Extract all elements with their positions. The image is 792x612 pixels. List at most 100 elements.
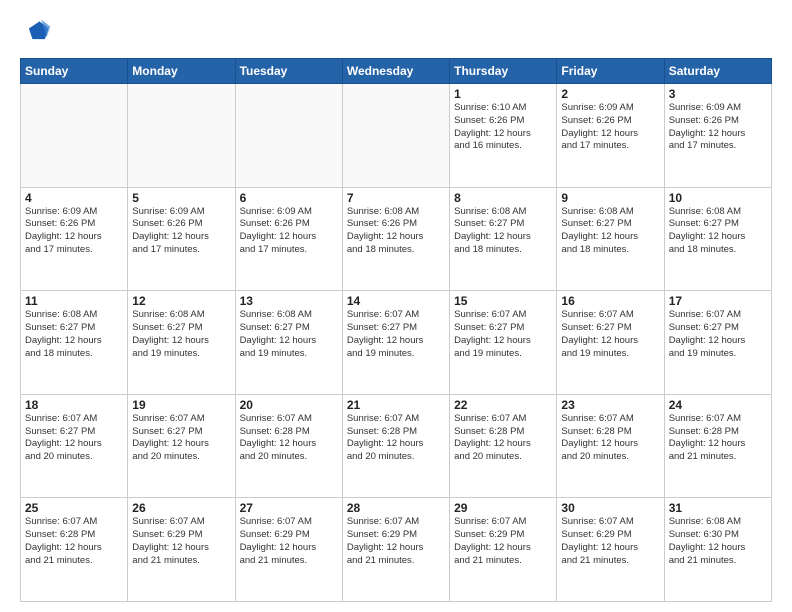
calendar-cell: 19Sunrise: 6:07 AM Sunset: 6:27 PM Dayli… [128,394,235,498]
calendar-cell: 10Sunrise: 6:08 AM Sunset: 6:27 PM Dayli… [664,187,771,291]
day-info: Sunrise: 6:08 AM Sunset: 6:30 PM Dayligh… [669,516,767,567]
day-number: 3 [669,87,767,101]
day-number: 24 [669,398,767,412]
day-number: 4 [25,191,123,205]
day-number: 21 [347,398,445,412]
header [20,16,772,48]
day-info: Sunrise: 6:07 AM Sunset: 6:27 PM Dayligh… [132,413,230,464]
calendar-cell: 11Sunrise: 6:08 AM Sunset: 6:27 PM Dayli… [21,291,128,395]
calendar-cell: 21Sunrise: 6:07 AM Sunset: 6:28 PM Dayli… [342,394,449,498]
day-number: 20 [240,398,338,412]
calendar-cell: 20Sunrise: 6:07 AM Sunset: 6:28 PM Dayli… [235,394,342,498]
day-number: 25 [25,501,123,515]
day-number: 11 [25,294,123,308]
day-info: Sunrise: 6:07 AM Sunset: 6:29 PM Dayligh… [454,516,552,567]
day-number: 5 [132,191,230,205]
day-header-wednesday: Wednesday [342,59,449,84]
day-header-monday: Monday [128,59,235,84]
day-number: 2 [561,87,659,101]
day-number: 29 [454,501,552,515]
day-header-friday: Friday [557,59,664,84]
calendar-week-3: 11Sunrise: 6:08 AM Sunset: 6:27 PM Dayli… [21,291,772,395]
calendar-cell: 1Sunrise: 6:10 AM Sunset: 6:26 PM Daylig… [450,84,557,188]
day-info: Sunrise: 6:08 AM Sunset: 6:26 PM Dayligh… [347,206,445,257]
day-info: Sunrise: 6:07 AM Sunset: 6:29 PM Dayligh… [561,516,659,567]
day-info: Sunrise: 6:07 AM Sunset: 6:27 PM Dayligh… [347,309,445,360]
day-number: 15 [454,294,552,308]
calendar-cell [235,84,342,188]
calendar-cell: 14Sunrise: 6:07 AM Sunset: 6:27 PM Dayli… [342,291,449,395]
day-number: 30 [561,501,659,515]
calendar-cell: 5Sunrise: 6:09 AM Sunset: 6:26 PM Daylig… [128,187,235,291]
calendar-cell: 16Sunrise: 6:07 AM Sunset: 6:27 PM Dayli… [557,291,664,395]
calendar-cell: 9Sunrise: 6:08 AM Sunset: 6:27 PM Daylig… [557,187,664,291]
day-header-saturday: Saturday [664,59,771,84]
day-info: Sunrise: 6:08 AM Sunset: 6:27 PM Dayligh… [132,309,230,360]
calendar-cell: 29Sunrise: 6:07 AM Sunset: 6:29 PM Dayli… [450,498,557,602]
day-info: Sunrise: 6:07 AM Sunset: 6:28 PM Dayligh… [454,413,552,464]
day-number: 22 [454,398,552,412]
day-info: Sunrise: 6:07 AM Sunset: 6:28 PM Dayligh… [25,516,123,567]
calendar-cell [342,84,449,188]
calendar-cell: 17Sunrise: 6:07 AM Sunset: 6:27 PM Dayli… [664,291,771,395]
calendar-cell: 27Sunrise: 6:07 AM Sunset: 6:29 PM Dayli… [235,498,342,602]
calendar-cell: 4Sunrise: 6:09 AM Sunset: 6:26 PM Daylig… [21,187,128,291]
day-number: 10 [669,191,767,205]
calendar-body: 1Sunrise: 6:10 AM Sunset: 6:26 PM Daylig… [21,84,772,602]
day-info: Sunrise: 6:07 AM Sunset: 6:27 PM Dayligh… [454,309,552,360]
calendar-cell: 13Sunrise: 6:08 AM Sunset: 6:27 PM Dayli… [235,291,342,395]
day-header-tuesday: Tuesday [235,59,342,84]
day-info: Sunrise: 6:07 AM Sunset: 6:29 PM Dayligh… [132,516,230,567]
calendar-table: SundayMondayTuesdayWednesdayThursdayFrid… [20,58,772,602]
day-info: Sunrise: 6:09 AM Sunset: 6:26 PM Dayligh… [561,102,659,153]
day-number: 12 [132,294,230,308]
calendar-cell [21,84,128,188]
day-info: Sunrise: 6:08 AM Sunset: 6:27 PM Dayligh… [240,309,338,360]
day-info: Sunrise: 6:07 AM Sunset: 6:28 PM Dayligh… [669,413,767,464]
day-number: 1 [454,87,552,101]
calendar-cell: 2Sunrise: 6:09 AM Sunset: 6:26 PM Daylig… [557,84,664,188]
day-info: Sunrise: 6:07 AM Sunset: 6:29 PM Dayligh… [240,516,338,567]
calendar-cell: 18Sunrise: 6:07 AM Sunset: 6:27 PM Dayli… [21,394,128,498]
day-info: Sunrise: 6:09 AM Sunset: 6:26 PM Dayligh… [132,206,230,257]
logo [20,16,56,48]
calendar-cell: 22Sunrise: 6:07 AM Sunset: 6:28 PM Dayli… [450,394,557,498]
calendar-week-5: 25Sunrise: 6:07 AM Sunset: 6:28 PM Dayli… [21,498,772,602]
day-info: Sunrise: 6:08 AM Sunset: 6:27 PM Dayligh… [669,206,767,257]
calendar-cell: 3Sunrise: 6:09 AM Sunset: 6:26 PM Daylig… [664,84,771,188]
day-number: 7 [347,191,445,205]
calendar-cell: 15Sunrise: 6:07 AM Sunset: 6:27 PM Dayli… [450,291,557,395]
day-number: 6 [240,191,338,205]
day-header-thursday: Thursday [450,59,557,84]
day-number: 8 [454,191,552,205]
day-info: Sunrise: 6:07 AM Sunset: 6:27 PM Dayligh… [561,309,659,360]
day-info: Sunrise: 6:08 AM Sunset: 6:27 PM Dayligh… [25,309,123,360]
calendar-week-2: 4 Sunrise: 6:09 AM Sunset: 6:26 PM Daylig… [21,187,772,291]
day-number: 16 [561,294,659,308]
calendar-cell: 24Sunrise: 6:07 AM Sunset: 6:28 PM Dayli… [664,394,771,498]
day-info: Sunrise: 6:09 AM Sunset: 6:26 PM Dayligh… [669,102,767,153]
day-info: Sunrise: 6:07 AM Sunset: 6:28 PM Dayligh… [240,413,338,464]
page: SundayMondayTuesdayWednesdayThursdayFrid… [0,0,792,612]
calendar-cell: 30Sunrise: 6:07 AM Sunset: 6:29 PM Dayli… [557,498,664,602]
day-number: 19 [132,398,230,412]
calendar-cell: 28Sunrise: 6:07 AM Sunset: 6:29 PM Dayli… [342,498,449,602]
calendar-cell: 26Sunrise: 6:07 AM Sunset: 6:29 PM Dayli… [128,498,235,602]
day-info: Sunrise: 6:08 AM Sunset: 6:27 PM Dayligh… [561,206,659,257]
logo-icon [20,16,52,48]
day-number: 31 [669,501,767,515]
day-number: 26 [132,501,230,515]
calendar-cell: 23Sunrise: 6:07 AM Sunset: 6:28 PM Dayli… [557,394,664,498]
day-info: Sunrise: 6:08 AM Sunset: 6:27 PM Dayligh… [454,206,552,257]
calendar-cell: 7Sunrise: 6:08 AM Sunset: 6:26 PM Daylig… [342,187,449,291]
day-number: 14 [347,294,445,308]
day-info: Sunrise: 6:07 AM Sunset: 6:27 PM Dayligh… [669,309,767,360]
calendar-header-row: SundayMondayTuesdayWednesdayThursdayFrid… [21,59,772,84]
calendar-cell: 12Sunrise: 6:08 AM Sunset: 6:27 PM Dayli… [128,291,235,395]
calendar-cell: 31Sunrise: 6:08 AM Sunset: 6:30 PM Dayli… [664,498,771,602]
calendar-week-4: 18 Sunrise: 6:07 AM Sunset: 6:27 PM Dayli… [21,394,772,498]
calendar-cell: 6Sunrise: 6:09 AM Sunset: 6:26 PM Daylig… [235,187,342,291]
calendar-week-1: 1Sunrise: 6:10 AM Sunset: 6:26 PM Daylig… [21,84,772,188]
day-number: 18 [25,398,123,412]
day-number: 17 [669,294,767,308]
